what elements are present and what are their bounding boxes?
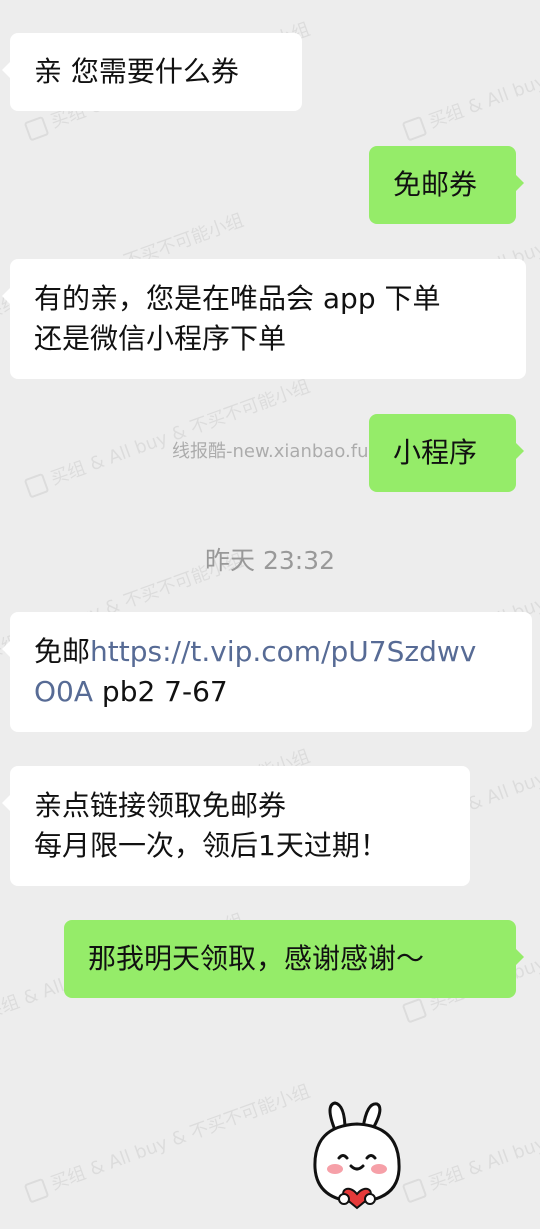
bunny-heart-sticker-art (313, 1101, 401, 1210)
message-text: 亲点链接领取免邮券 (34, 789, 287, 822)
message-bubble-outgoing[interactable]: 那我明天领取，感谢感谢～ (64, 920, 524, 998)
message-text: pb2 7-67 (93, 675, 228, 708)
message-text: 亲 您需要什么券 (34, 55, 239, 88)
message-line: 免邮https://t.vip.com/pU7Szdwv (34, 632, 508, 672)
message-text: 那我明天领取，感谢感谢～ (88, 942, 425, 975)
message-text: 免邮 (34, 635, 91, 668)
message-bubble-outgoing[interactable]: 小程序 (369, 414, 524, 492)
message-text: 每月限一次，领后1天过期！ (34, 829, 388, 862)
message-line: O0A pb2 7-67 (34, 672, 508, 712)
chat-area[interactable]: 亲 您需要什么券 免邮券 有的亲，您是在唯品会 app 下单 还是微信小程序下单… (0, 0, 540, 1229)
message-timestamp: 昨天 23:32 (205, 546, 335, 575)
message-text: 小程序 (393, 436, 478, 469)
message-bubble-incoming[interactable]: 亲 您需要什么券 (2, 33, 302, 111)
message-text: 还是微信小程序下单 (34, 322, 287, 355)
message-text: 免邮券 (393, 168, 478, 201)
message-bubble-incoming[interactable]: 有的亲，您是在唯品会 app 下单 还是微信小程序下单 (2, 259, 526, 379)
message-bubble-incoming[interactable]: 免邮https://t.vip.com/pU7Szdwv O0A pb2 7-6… (2, 612, 532, 732)
message-bubble-outgoing[interactable]: 免邮券 (369, 146, 524, 224)
coupon-link-continued[interactable]: O0A (34, 675, 93, 708)
bunny-heart-sticker-icon[interactable] (305, 1100, 410, 1212)
message-text: 有的亲，您是在唯品会 app 下单 (34, 282, 441, 315)
coupon-link[interactable]: https://t.vip.com/pU7Szdwv (90, 635, 476, 668)
message-bubble-incoming[interactable]: 亲点链接领取免邮券 每月限一次，领后1天过期！ (2, 766, 470, 886)
